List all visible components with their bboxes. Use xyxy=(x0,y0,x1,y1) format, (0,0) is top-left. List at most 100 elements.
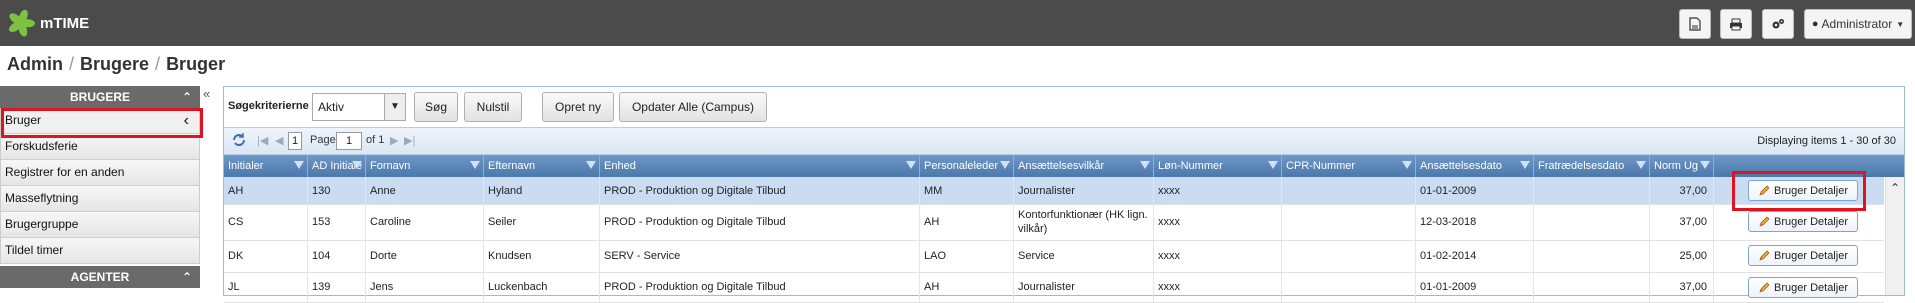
page-number-badge[interactable]: 1 xyxy=(288,132,302,150)
column-header-cpr-nummer[interactable]: CPR-Nummer xyxy=(1282,155,1416,177)
column-label: Fratrædelsesdato xyxy=(1538,160,1625,172)
cogs-icon xyxy=(1772,18,1784,28)
user-details-button[interactable]: Bruger Detaljer xyxy=(1748,211,1858,232)
section-title: BRUGERE xyxy=(69,90,130,104)
column-header-ansaettelsesvilkaar[interactable]: Ansættelsesvilkår xyxy=(1014,155,1154,177)
search-button[interactable]: Søg xyxy=(414,92,458,122)
user-details-button[interactable]: Bruger Detaljer xyxy=(1748,277,1858,298)
cell-initialer: CS xyxy=(224,204,308,240)
column-header-initialer[interactable]: Initialer xyxy=(224,155,308,177)
column-header-norm-ugt[interactable]: Norm Ug xyxy=(1650,155,1714,177)
pdf-export-button[interactable] xyxy=(1679,9,1711,39)
cell-ad-initialer: 153 xyxy=(308,204,366,240)
cell-cpr-nummer xyxy=(1282,204,1416,240)
filter-icon[interactable] xyxy=(1000,161,1010,169)
column-label: Enhed xyxy=(604,160,636,172)
sidebar-item-bruger[interactable]: Bruger ‹ xyxy=(0,108,200,134)
sidebar-item-brugergruppe[interactable]: Brugergruppe xyxy=(0,212,200,238)
vertical-scrollbar[interactable]: ⌃ xyxy=(1885,177,1904,295)
column-header-fornavn[interactable]: Fornavn xyxy=(366,155,484,177)
cell-ansaettelsesvilkaar: Journalister xyxy=(1014,272,1154,302)
next-page-icon[interactable]: ▶ xyxy=(390,134,398,147)
app-logo[interactable]: mTIME xyxy=(6,8,89,38)
filter-icon[interactable] xyxy=(1402,161,1412,169)
table-row[interactable]: DK 104 Dorte Knudsen SERV - Service LAO … xyxy=(224,240,1884,273)
sidebar-item-label: Brugergruppe xyxy=(5,217,79,231)
cell-efternavn: Seiler xyxy=(484,204,600,240)
filter-icon[interactable] xyxy=(470,161,480,169)
filter-icon[interactable] xyxy=(1140,161,1150,169)
pencil-icon xyxy=(1759,250,1770,261)
filter-icon[interactable] xyxy=(352,161,362,169)
last-page-icon[interactable]: ▶| xyxy=(404,134,415,147)
column-header-loen-nummer[interactable]: Løn-Nummer xyxy=(1154,155,1282,177)
pencil-icon xyxy=(1759,185,1770,196)
column-header-efternavn[interactable]: Efternavn xyxy=(484,155,600,177)
table-row[interactable]: CS 153 Caroline Seiler PROD - Produktion… xyxy=(224,204,1884,241)
sidebar-item-tildel-timer[interactable]: Tildel timer xyxy=(0,238,200,264)
column-label: Norm Ug xyxy=(1654,160,1699,172)
user-name: Administrator xyxy=(1821,17,1893,31)
reset-button[interactable]: Nulstil xyxy=(464,92,522,122)
chevron-up-icon[interactable]: ⌃ xyxy=(1890,181,1900,195)
collapse-sidebar-icon[interactable]: « xyxy=(203,86,210,101)
sidebar-item-forskudsferie[interactable]: Forskudsferie xyxy=(0,134,200,160)
chevron-down-icon: ▼ xyxy=(384,94,405,120)
page-of-label: of 1 xyxy=(366,134,385,146)
sidebar-item-registrer[interactable]: Registrer for en anden xyxy=(0,160,200,186)
grid-header: Initialer AD Initiale Fornavn Efternavn … xyxy=(224,155,1904,177)
filter-icon[interactable] xyxy=(1636,161,1646,169)
filter-icon[interactable] xyxy=(294,161,304,169)
filter-icon[interactable] xyxy=(1268,161,1278,169)
column-header-ad-initialer[interactable]: AD Initiale xyxy=(308,155,366,177)
main-panel: Søgekriterierne Aktiv ▼ Søg Nulstil Opre… xyxy=(223,86,1905,303)
cell-initialer: AH xyxy=(224,177,308,204)
filter-icon[interactable] xyxy=(906,161,916,169)
prev-page-icon[interactable]: ◀ xyxy=(275,134,283,147)
user-icon: ● xyxy=(1811,18,1819,30)
filter-icon[interactable] xyxy=(1700,161,1710,169)
update-all-button[interactable]: Opdater Alle (Campus) xyxy=(619,92,767,122)
user-menu-button[interactable]: ● Administrator ▼ xyxy=(1804,9,1912,39)
page-label: Page xyxy=(310,134,336,146)
cell-fratraedelsesdato xyxy=(1534,204,1650,240)
print-button[interactable] xyxy=(1720,9,1752,39)
column-header-personaleleder[interactable]: Personaleleder xyxy=(920,155,1014,177)
cell-loen-nummer: xxxx xyxy=(1154,204,1282,240)
column-header-enhed[interactable]: Enhed xyxy=(600,155,920,177)
refresh-icon[interactable] xyxy=(230,131,248,152)
status-select-value: Aktiv xyxy=(318,100,345,114)
settings-button[interactable] xyxy=(1762,9,1794,39)
breadcrumb-brugere[interactable]: Brugere xyxy=(80,54,149,74)
column-label: Ansættelsesdato xyxy=(1420,160,1502,172)
cell-ad-initialer: 130 xyxy=(308,177,366,204)
breadcrumb-admin[interactable]: Admin xyxy=(7,54,63,74)
sidebar-item-label: Registrer for en anden xyxy=(5,165,125,179)
create-new-button[interactable]: Opret ny xyxy=(542,92,614,122)
cell-fratraedelsesdato xyxy=(1534,240,1650,272)
page-input[interactable]: 1 xyxy=(336,132,362,150)
user-details-label: Bruger Detaljer xyxy=(1774,281,1848,294)
user-details-button[interactable]: Bruger Detaljer xyxy=(1748,180,1858,201)
status-select[interactable]: Aktiv ▼ xyxy=(312,93,406,121)
cell-ansaettelsesvilkaar: Service xyxy=(1014,240,1154,272)
cell-personaleleder: AH xyxy=(920,272,1014,302)
pencil-icon xyxy=(1759,282,1770,293)
cell-norm-ugt: 37,00 xyxy=(1650,204,1714,240)
column-label: Ansættelsesvilkår xyxy=(1018,160,1105,172)
table-row[interactable]: JL 139 Jens Luckenbach PROD - Produktion… xyxy=(224,272,1884,303)
column-header-fratraedelsesdato[interactable]: Fratrædelsesdato xyxy=(1534,155,1650,177)
table-row[interactable]: AH 130 Anne Hyland PROD - Produktion og … xyxy=(224,177,1884,205)
sidebar-section-brugere[interactable]: BRUGERE ⌃ xyxy=(0,86,200,108)
cell-enhed: PROD - Produktion og Digitale Tilbud xyxy=(600,272,920,302)
sidebar-item-masseflytning[interactable]: Masseflytning xyxy=(0,186,200,212)
filter-icon[interactable] xyxy=(1520,161,1530,169)
first-page-icon[interactable]: |◀ xyxy=(257,134,268,147)
cell-efternavn: Knudsen xyxy=(484,240,600,272)
sidebar-item-label: Tildel timer xyxy=(5,243,64,257)
filter-icon[interactable] xyxy=(586,161,596,169)
column-header-ansaettelsesdato[interactable]: Ansættelsesdato xyxy=(1416,155,1534,177)
cell-personaleleder: AH xyxy=(920,204,1014,240)
user-details-button[interactable]: Bruger Detaljer xyxy=(1748,245,1858,266)
sidebar-section-agenter[interactable]: AGENTER ⌃ xyxy=(0,266,200,288)
